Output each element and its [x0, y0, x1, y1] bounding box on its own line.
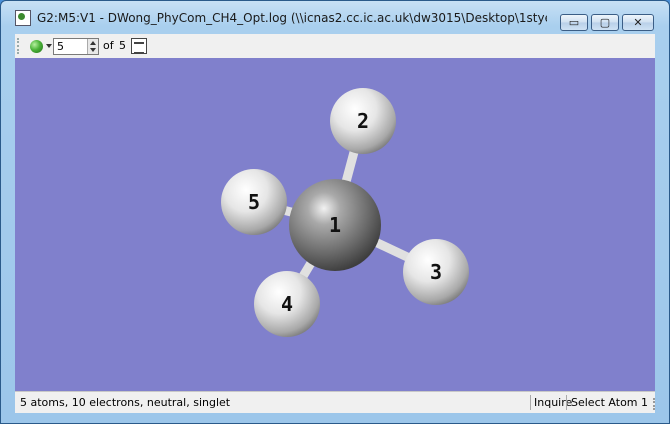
minimize-button[interactable]: ▭ [560, 14, 588, 31]
molecule-canvas[interactable]: 2 3 5 1 4 [15, 58, 655, 391]
maximize-button[interactable]: ▢ [591, 14, 619, 31]
status-bar: 5 atoms, 10 electrons, neutral, singlet … [15, 391, 655, 413]
model-number-stepper[interactable] [53, 38, 99, 55]
maximize-icon: ▢ [599, 16, 611, 29]
selection-status: Select Atom 1 [571, 396, 649, 409]
of-label: of [103, 39, 114, 52]
status-divider [530, 395, 531, 410]
atom-label-3: 3 [430, 260, 442, 284]
toolbar-grip-icon[interactable] [17, 38, 22, 54]
stepper-down-icon[interactable] [90, 48, 96, 52]
stepper-buttons[interactable] [87, 39, 98, 54]
title-bar[interactable]: G2:M5:V1 - DWong_PhyCom_CH4_Opt.log (\\i… [1, 1, 669, 33]
molecule-summary: 5 atoms, 10 electrons, neutral, singlet [20, 396, 231, 409]
model-number-input[interactable] [55, 39, 89, 54]
molecule-viewport[interactable]: 2 3 5 1 4 [15, 58, 655, 391]
model-toolbar: of 5 [15, 34, 655, 58]
status-divider [566, 395, 567, 410]
resize-grip-icon[interactable] [643, 398, 655, 410]
atom-label-4: 4 [281, 292, 293, 316]
atom-label-5: 5 [248, 190, 260, 214]
atom-label-1: 1 [329, 213, 341, 237]
chevron-down-icon[interactable] [46, 44, 52, 48]
app-icon[interactable] [15, 10, 31, 26]
minimize-icon: ▭ [568, 16, 580, 29]
close-icon: ✕ [633, 16, 643, 29]
model-status-icon[interactable] [30, 40, 43, 53]
model-total: 5 [119, 39, 126, 52]
gaussview-window: G2:M5:V1 - DWong_PhyCom_CH4_Opt.log (\\i… [0, 0, 670, 424]
close-button[interactable]: ✕ [622, 14, 654, 31]
stepper-up-icon[interactable] [90, 41, 96, 45]
animate-models-icon[interactable] [131, 38, 147, 54]
atom-label-2: 2 [357, 109, 369, 133]
window-title: G2:M5:V1 - DWong_PhyCom_CH4_Opt.log (\\i… [37, 11, 547, 25]
